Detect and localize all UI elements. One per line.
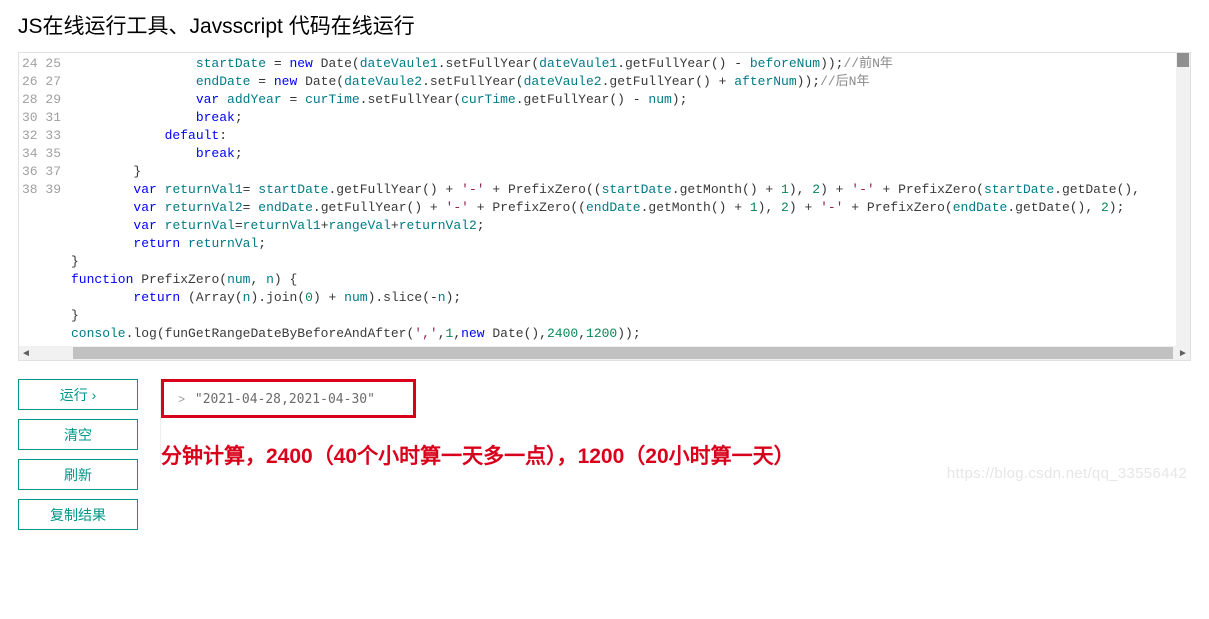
- line-gutter: 24 25 26 27 28 29 30 31 32 33 34 35 36 3…: [19, 53, 71, 345]
- output-panel: > "2021-04-28,2021-04-30" 分钟计算，2400（40个小…: [160, 379, 1191, 470]
- scroll-right-icon[interactable]: ►: [1176, 346, 1190, 360]
- clear-button[interactable]: 清空: [18, 419, 138, 450]
- code-area[interactable]: startDate = new Date(dateVaule1.setFullY…: [71, 53, 1190, 345]
- scroll-left-icon[interactable]: ◄: [19, 346, 33, 360]
- result-arrow-icon: >: [178, 392, 185, 406]
- run-button[interactable]: 运行 ›: [18, 379, 138, 410]
- page-title: JS在线运行工具、Javsscript 代码在线运行: [18, 10, 1191, 40]
- button-column: 运行 › 清空 刷新 复制结果: [18, 379, 138, 530]
- code-editor[interactable]: 24 25 26 27 28 29 30 31 32 33 34 35 36 3…: [18, 52, 1191, 361]
- scrollbar-vertical-thumb[interactable]: [1177, 53, 1189, 67]
- result-text: "2021-04-28,2021-04-30": [195, 392, 375, 407]
- scrollbar-horizontal-thumb[interactable]: [73, 347, 1173, 359]
- result-highlight-box: > "2021-04-28,2021-04-30": [161, 379, 416, 418]
- annotation-text: 分钟计算，2400（40个小时算一天多一点），1200（20小时算一天）: [161, 440, 1191, 470]
- scrollbar-vertical[interactable]: [1176, 53, 1190, 346]
- copy-result-button[interactable]: 复制结果: [18, 499, 138, 530]
- refresh-button[interactable]: 刷新: [18, 459, 138, 490]
- scrollbar-horizontal[interactable]: ◄ ►: [19, 346, 1190, 360]
